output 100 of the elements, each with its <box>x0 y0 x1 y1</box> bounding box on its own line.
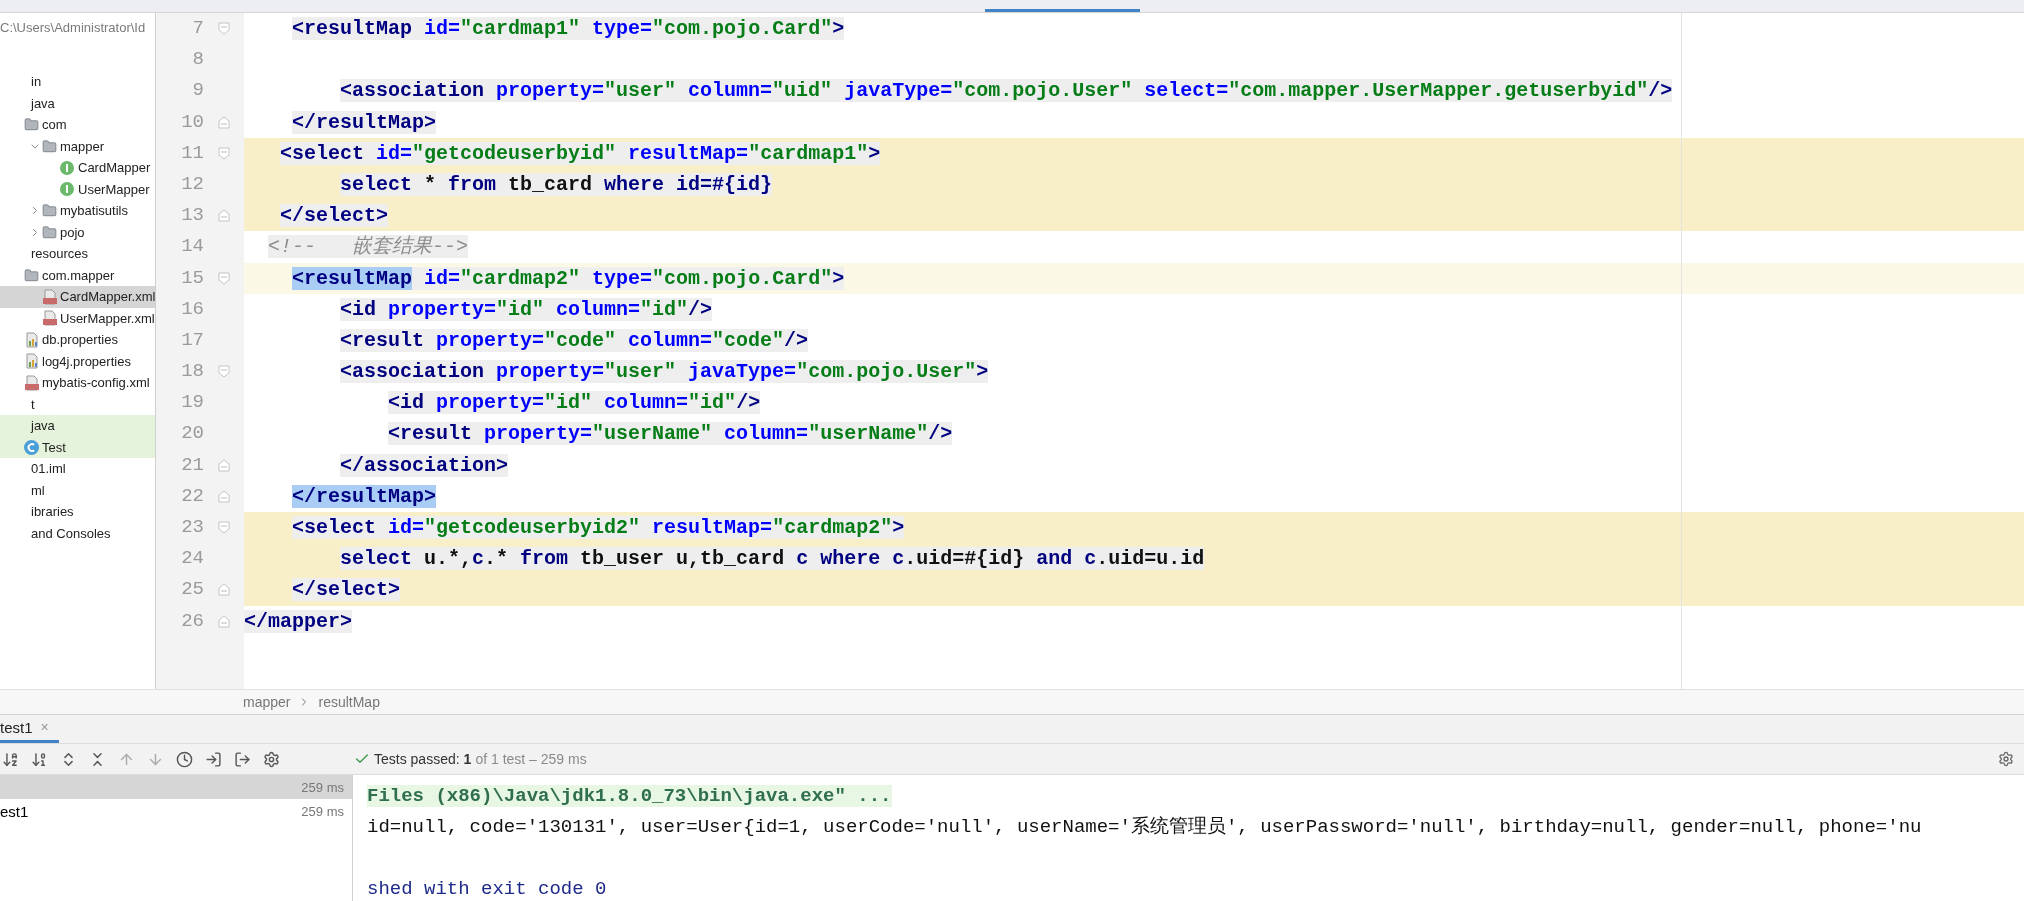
tree-item[interactable]: mapper <box>0 135 155 157</box>
folder-icon <box>24 117 39 133</box>
xml-file-icon <box>24 374 40 391</box>
folder-icon <box>42 224 57 240</box>
import-icon[interactable] <box>205 750 222 768</box>
line-number: 14 <box>180 234 204 260</box>
tree-item[interactable]: mybatisutils <box>0 200 155 222</box>
folder-icon <box>42 138 57 154</box>
tree-item-label: ibraries <box>31 504 74 520</box>
folder-icon <box>42 203 57 219</box>
line-number: 17 <box>180 327 204 353</box>
tree-item[interactable]: CardMapper <box>0 157 155 179</box>
settings-icon[interactable] <box>1998 751 2014 767</box>
class-icon <box>24 439 39 455</box>
tree-item[interactable]: ml <box>0 479 155 501</box>
test-name: est1 <box>0 802 29 820</box>
fold-icon[interactable] <box>218 489 230 503</box>
tree-item-label: log4j.properties <box>42 353 131 369</box>
fold-icon[interactable] <box>218 583 230 597</box>
tree-item-label: UserMapper.xml <box>60 310 155 326</box>
line-number: 18 <box>180 359 204 385</box>
interface-icon <box>60 182 74 197</box>
fold-icon[interactable] <box>218 271 230 285</box>
tree-item[interactable]: pojo <box>0 221 155 243</box>
properties-file-icon <box>24 331 40 348</box>
tree-item[interactable]: t <box>0 393 155 415</box>
settings-icon[interactable] <box>263 750 280 768</box>
line-number: 11 <box>180 140 204 166</box>
interface-icon <box>60 160 74 175</box>
tree-item-label: java <box>31 95 55 111</box>
tree-item-label: pojo <box>60 224 85 240</box>
fold-icon[interactable] <box>218 458 230 472</box>
tree-item-label: and Consoles <box>31 525 111 541</box>
line-number: 10 <box>180 109 204 135</box>
breadcrumb-item[interactable]: resultMap <box>318 694 380 710</box>
line-number: 23 <box>180 515 204 540</box>
sort-alphabetically-icon[interactable] <box>2 750 19 768</box>
tree-item[interactable]: in <box>0 71 155 93</box>
line-number: 9 <box>191 78 204 104</box>
line-number: 20 <box>180 421 204 447</box>
line-number: 26 <box>180 608 204 634</box>
tree-item[interactable]: resources <box>0 243 155 265</box>
tree-item[interactable]: Test <box>0 436 155 458</box>
fold-icon[interactable] <box>218 614 230 628</box>
tree-item-label: com <box>42 117 67 133</box>
tree-item[interactable]: com.mapper <box>0 264 155 286</box>
test-duration: 259 ms <box>301 779 344 795</box>
tree-item-label: com.mapper <box>42 267 115 283</box>
clock-icon[interactable] <box>176 750 193 768</box>
test-row[interactable]: est1 259 ms <box>0 799 352 823</box>
fold-icon[interactable] <box>218 146 230 160</box>
tree-item[interactable]: log4j.properties <box>0 350 155 372</box>
tree-item[interactable]: java <box>0 415 155 437</box>
tree-item-label: in <box>31 74 42 90</box>
tree-item[interactable]: db.properties <box>0 329 155 351</box>
line-number: 22 <box>180 483 204 509</box>
status-detail: of 1 test – 259 ms <box>475 751 587 767</box>
export-icon[interactable] <box>234 750 251 768</box>
tree-item-label: java <box>31 418 55 434</box>
tree-item[interactable]: UserMapper.xml <box>0 307 155 329</box>
tree-item-label: UserMapper <box>78 181 150 197</box>
xml-file-icon <box>42 310 58 327</box>
fold-icon[interactable] <box>218 115 230 129</box>
fold-icon[interactable] <box>218 209 230 223</box>
project-path: C:\Users\Administrator\Id <box>0 19 147 37</box>
line-number: 12 <box>180 171 204 197</box>
status-count: 1 <box>463 751 472 767</box>
tree-item-label: resources <box>31 246 89 262</box>
tree-item-label: mapper <box>60 138 105 154</box>
line-number: 8 <box>191 47 204 73</box>
fold-icon[interactable] <box>218 22 230 36</box>
tree-item[interactable]: com <box>0 114 155 136</box>
tree-item-label: 01.iml <box>31 461 66 477</box>
tree-item-label: Test <box>42 439 66 455</box>
tree-item[interactable]: 01.iml <box>0 458 155 480</box>
tree-item[interactable]: mybatis-config.xml <box>0 372 155 394</box>
tree-item[interactable]: java <box>0 92 155 114</box>
tree-item-label: CardMapper <box>78 160 151 176</box>
tree-item[interactable]: and Consoles <box>0 522 155 544</box>
tree-item-label: mybatis-config.xml <box>42 375 150 391</box>
tree-item[interactable]: ibraries <box>0 501 155 523</box>
line-number: 15 <box>180 265 204 291</box>
fold-icon[interactable] <box>218 521 230 535</box>
line-number: 21 <box>180 452 204 478</box>
line-number: 24 <box>180 546 204 572</box>
line-number: 19 <box>180 390 204 416</box>
fold-icon[interactable] <box>218 365 230 379</box>
console-line: id=null, code='130131', user=User{id=1, userCode='null', userName='系统管理员', userPassword='null', birthday=null, gender=null, phone='nu <box>367 816 1922 838</box>
line-number: 16 <box>180 296 204 322</box>
breadcrumb-item[interactable]: mapper <box>243 694 291 710</box>
line-number: 25 <box>180 577 204 603</box>
xml-file-icon <box>42 288 58 305</box>
test-duration: 259 ms <box>301 803 344 819</box>
tree-item[interactable]: CardMapper.xml <box>0 286 155 308</box>
folder-icon <box>24 267 39 283</box>
tree-item-label: ml <box>31 482 45 498</box>
tree-item[interactable]: UserMapper <box>0 178 155 200</box>
sort-by-duration-icon[interactable] <box>31 750 48 768</box>
tree-item-label: mybatisutils <box>60 203 128 219</box>
line-number: 13 <box>180 203 204 229</box>
